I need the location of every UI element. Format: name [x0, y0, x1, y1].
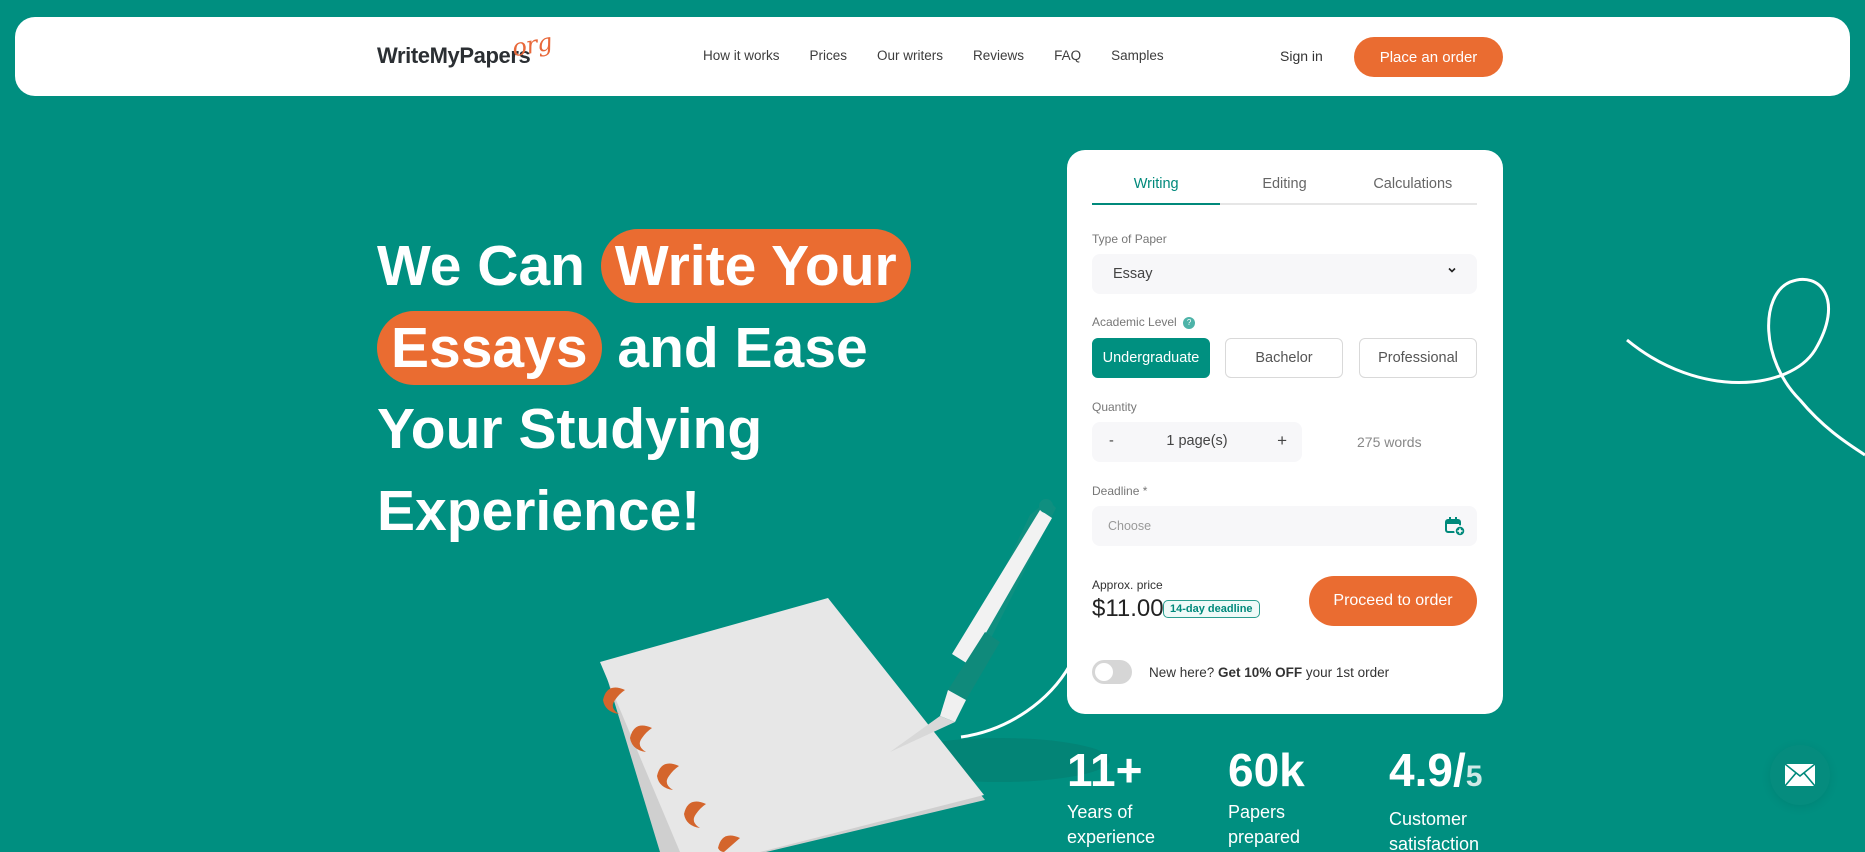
stat-satisfaction: 4.9/5 Customer satisfaction: [1389, 744, 1482, 852]
discount-toggle[interactable]: [1092, 660, 1132, 684]
site-header: WriteMyPapers org How it works Prices Ou…: [15, 17, 1850, 96]
word-count: 275 words: [1357, 434, 1422, 450]
nav-how-it-works[interactable]: How it works: [703, 48, 780, 63]
logo-text: WriteMyPapers: [377, 43, 531, 68]
deadline-picker[interactable]: Choose: [1092, 506, 1477, 546]
promo-text: New here? Get 10% OFF your 1st order: [1149, 665, 1389, 680]
help-icon[interactable]: ?: [1183, 316, 1196, 329]
stat-years: 11+ Years of experience: [1067, 744, 1155, 850]
logo[interactable]: WriteMyPapers org: [377, 28, 554, 79]
tab-writing[interactable]: Writing: [1092, 150, 1221, 205]
quantity-stepper: 1 page(s) - +: [1092, 422, 1302, 462]
promo-suffix: your 1st order: [1302, 665, 1390, 680]
hero-highlight: Essays: [377, 310, 602, 385]
stat-label-line: satisfaction: [1389, 834, 1480, 852]
nav-reviews[interactable]: Reviews: [973, 48, 1024, 63]
stat-papers: 60k Papers prepared: [1228, 744, 1305, 850]
place-order-button[interactable]: Place an order: [1354, 37, 1503, 77]
stat-label-line: Customer: [1389, 809, 1468, 829]
hero-text: and Ease: [601, 315, 868, 380]
stat-number-suffix: 5: [1465, 760, 1483, 793]
service-tabs: Writing Editing Calculations: [1092, 150, 1477, 205]
approx-price-value: $11.00: [1092, 595, 1164, 622]
mail-icon: [1785, 764, 1815, 786]
quantity-value: 1 page(s): [1166, 433, 1228, 449]
stat-label-line: experience: [1067, 827, 1156, 847]
promo-discount: Get 10% OFF: [1218, 665, 1303, 680]
stat-label: Papers prepared: [1228, 800, 1305, 850]
stat-value: 11+: [1067, 744, 1155, 796]
stat-label: Customer satisfaction: [1389, 807, 1482, 852]
decorative-curve-right: [1626, 277, 1865, 457]
stat-number: 4.9/: [1389, 744, 1466, 796]
calendar-add-icon[interactable]: [1445, 517, 1466, 539]
deadline-placeholder: Choose: [1108, 519, 1152, 533]
chevron-down-icon: [1447, 264, 1457, 278]
decorative-curve-left: [960, 664, 1072, 739]
nav-samples[interactable]: Samples: [1111, 48, 1164, 63]
stat-number: 60k: [1228, 744, 1305, 796]
hero-text: We Can: [377, 234, 601, 298]
hero-text: Experience!: [377, 478, 701, 543]
type-of-paper-label: Type of Paper: [1092, 232, 1167, 246]
hero-title: We Can Write Your Essays and Ease Your S…: [377, 226, 977, 552]
hero-text: Your Studying: [377, 397, 763, 461]
nav-faq[interactable]: FAQ: [1054, 48, 1081, 63]
quantity-increase-button[interactable]: +: [1277, 431, 1287, 451]
type-of-paper-value: Essay: [1113, 266, 1153, 282]
stat-label-line: Papers: [1228, 802, 1286, 822]
stat-value: 60k: [1228, 744, 1305, 796]
notebook-icon: [600, 598, 985, 852]
deadline-label: Deadline *: [1092, 484, 1148, 498]
logo-suffix: org: [509, 27, 555, 63]
level-bachelor-button[interactable]: Bachelor: [1225, 338, 1343, 378]
sign-in-link[interactable]: Sign in: [1280, 48, 1323, 64]
level-professional-button[interactable]: Professional: [1359, 338, 1477, 378]
type-of-paper-select[interactable]: Essay: [1092, 254, 1477, 294]
quantity-label: Quantity: [1092, 400, 1137, 414]
nav-prices[interactable]: Prices: [810, 48, 848, 63]
academic-level-label: Academic Level ?: [1092, 315, 1196, 329]
promo-prefix: New here?: [1149, 665, 1219, 680]
stat-value: 4.9/5: [1389, 744, 1482, 803]
order-form-card: Writing Editing Calculations Type of Pap…: [1067, 150, 1503, 714]
quantity-decrease-button[interactable]: -: [1109, 433, 1114, 449]
nav-our-writers[interactable]: Our writers: [877, 48, 943, 63]
stat-label-line: Years of: [1067, 802, 1133, 822]
main-nav: How it works Prices Our writers Reviews …: [703, 48, 1194, 63]
approx-price-label: Approx. price: [1092, 578, 1163, 592]
contact-mail-button[interactable]: [1770, 745, 1830, 805]
stat-number: 11+: [1067, 744, 1143, 796]
hero-highlight: Write Your: [600, 229, 911, 303]
tab-calculations[interactable]: Calculations: [1349, 150, 1477, 203]
academic-level-text: Academic Level: [1092, 315, 1177, 329]
deadline-badge: 14-day deadline: [1163, 600, 1260, 618]
level-undergraduate-button[interactable]: Undergraduate: [1092, 338, 1210, 378]
proceed-to-order-button[interactable]: Proceed to order: [1309, 576, 1477, 626]
stat-label: Years of experience: [1067, 800, 1155, 850]
tab-editing[interactable]: Editing: [1220, 150, 1348, 203]
stat-label-line: prepared: [1228, 827, 1301, 847]
